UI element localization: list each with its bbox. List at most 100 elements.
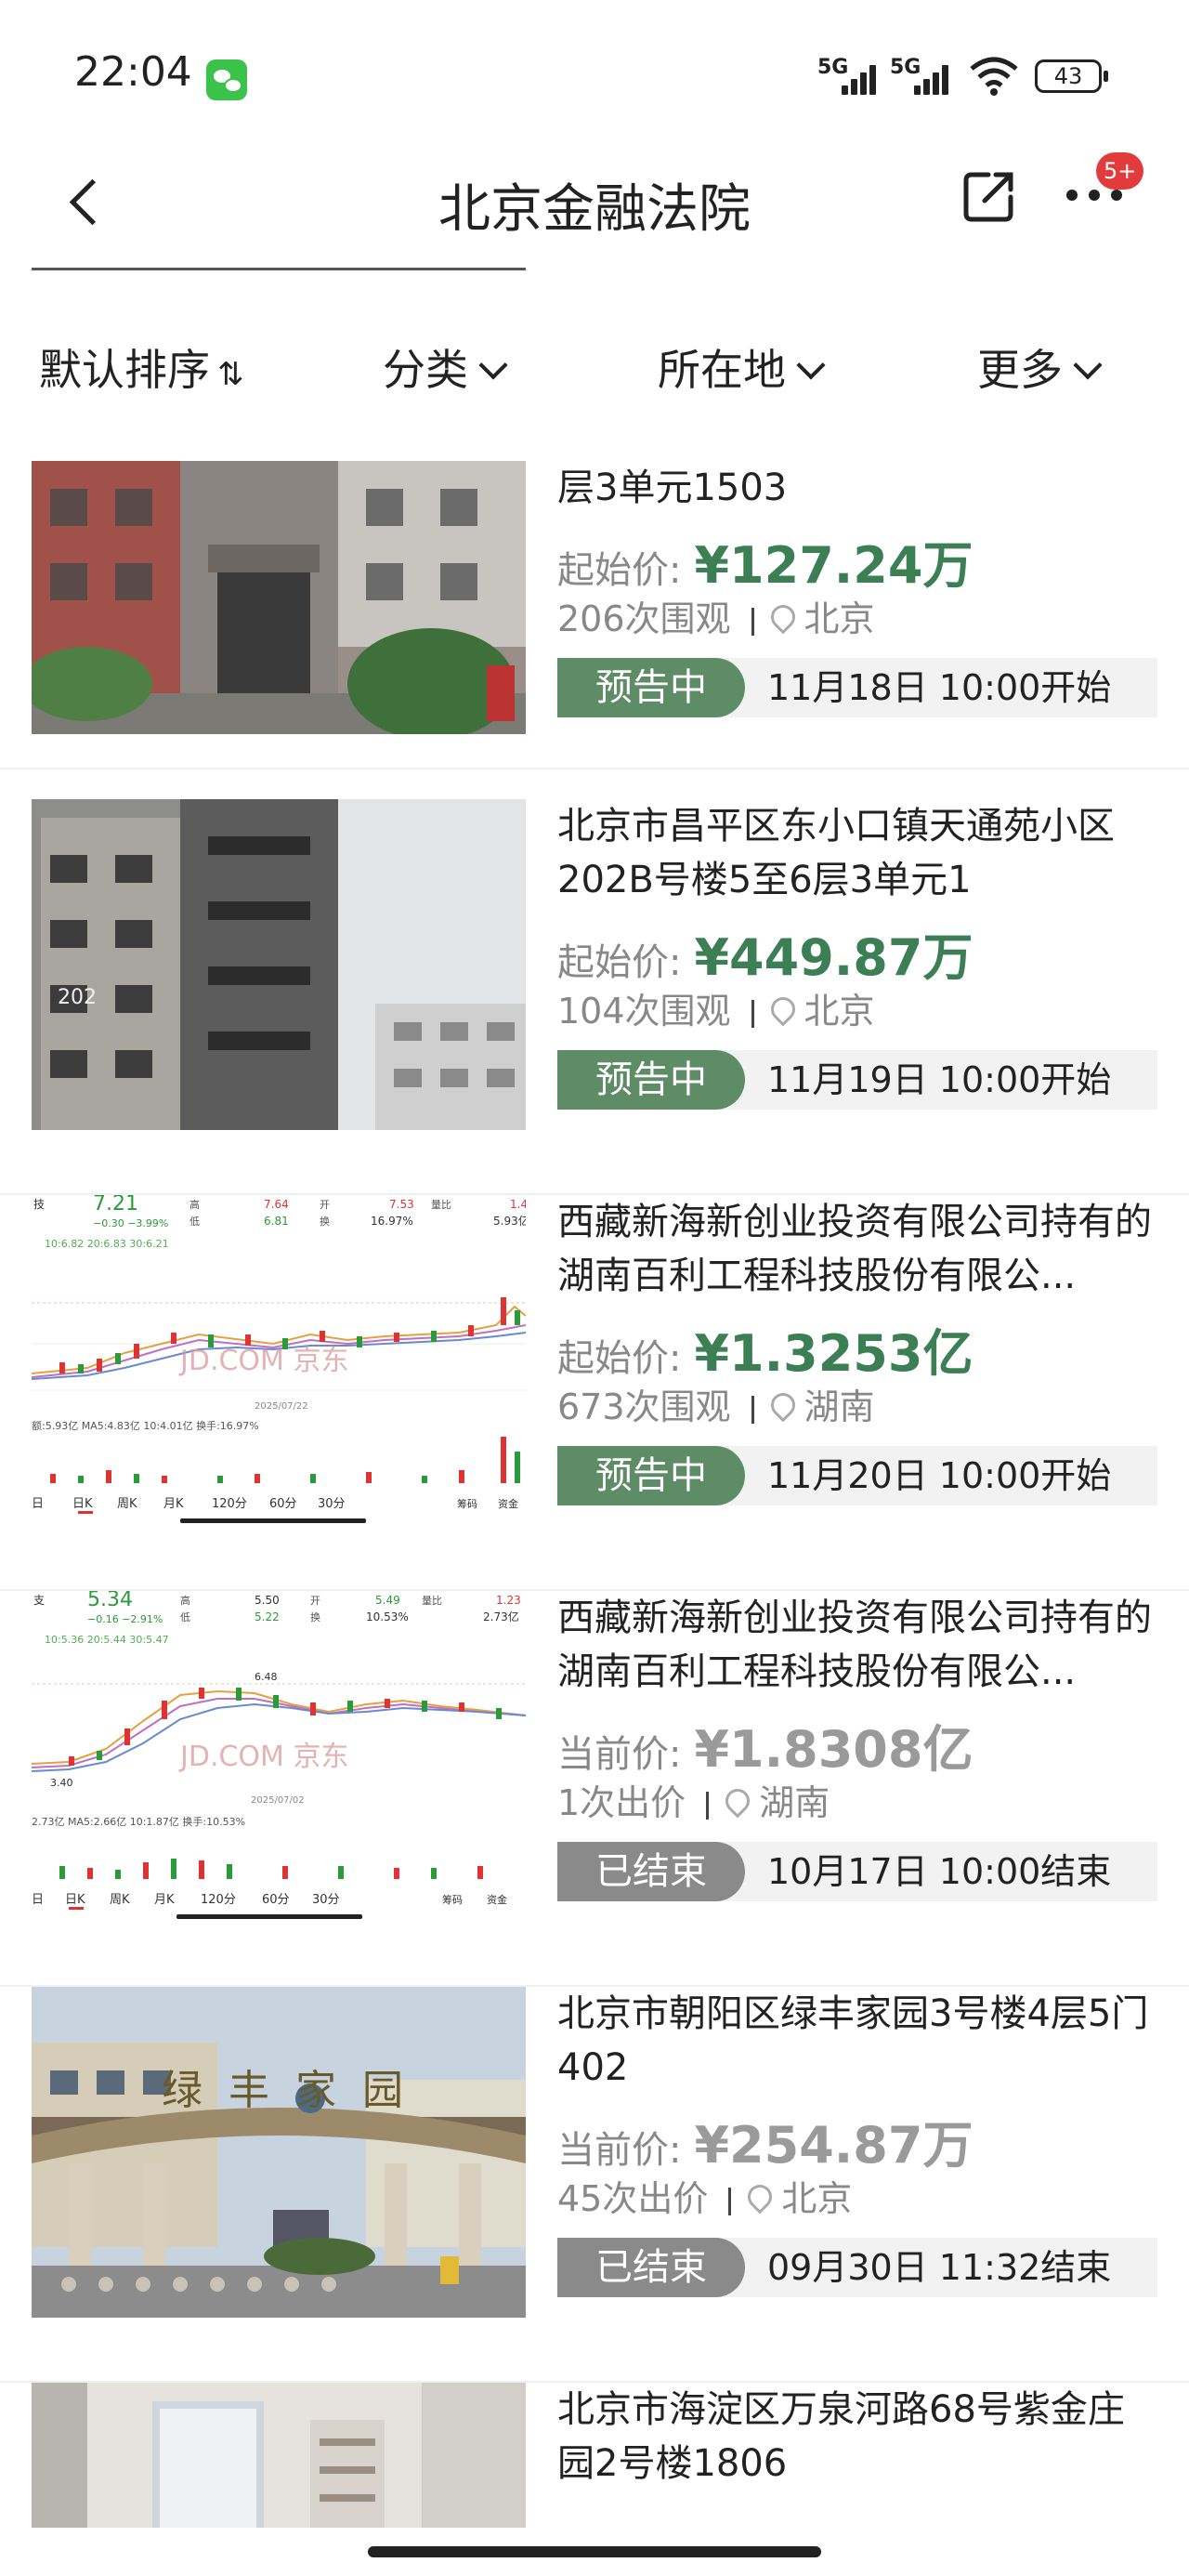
location-text: 北京 [804,991,875,1032]
meta-row: 104次围观 北京 [557,985,1161,1037]
listing-title: 北京市海淀区万泉河路68号紫金庄园2号楼1806 [557,2388,1125,2485]
price-value: ¥449.87万 [694,928,973,987]
home-indicator[interactable] [368,2546,821,2557]
svg-text:30分: 30分 [318,1497,346,1511]
location-text: 北京 [804,598,875,639]
listing-info: 北京市海淀区万泉河路68号紫金庄园2号楼1806 [557,2383,1161,2491]
listing-title: 北京市朝阳区绿丰家园3号楼4层5门402 [557,1992,1149,2089]
svg-text:10.53%: 10.53% [366,1610,409,1623]
listing-info: 层3单元1503 起始价: ¥127.24万 206次围观 北京 预告中 11月18… [557,461,1161,717]
listing-info: 西藏新海新创业投资有限公司持有的湖南百利工程科技股份有限公... 起始价: ¥1.… [557,1195,1161,1505]
status-time: 11月20日 10:00开始 [767,1455,1112,1496]
more-filter[interactable]: 更多 [977,336,1103,398]
list-item[interactable]: 层3单元1503 起始价: ¥127.24万 206次围观 北京 预告中 11月18… [0,461,1189,857]
svg-text:月K: 月K [163,1497,184,1511]
share-icon[interactable] [960,167,1018,225]
svg-text:5.34: 5.34 [87,1591,133,1611]
location-filter[interactable]: 所在地 [658,336,826,398]
price-value: ¥1.8308亿 [694,1720,973,1779]
list-item[interactable]: 技 7.21 −0.30 −3.99% 高 低 7.64 6.81 开 换 7.… [0,1195,1189,1591]
price-label: 起始价: [557,941,682,984]
location-pin-icon [765,1387,800,1423]
svg-text:筹码: 筹码 [457,1497,477,1510]
category-filter-label: 分类 [383,345,468,395]
svg-text:日K: 日K [72,1497,93,1511]
svg-text:10:5.36 20:5.44 30:5.47: 10:5.36 20:5.44 30:5.47 [45,1634,169,1646]
status-time: 09月30日 11:32结束 [767,2247,1112,2288]
price-value: ¥254.87万 [694,2116,973,2175]
list-item[interactable]: 支 5.34 −0.16 −2.91% 高 低 5.50 5.22 开 换 5.… [0,1591,1189,1987]
svg-text:5.22: 5.22 [255,1610,280,1623]
status-badge: 预告中 [557,1446,745,1505]
svg-text:JD.COM 京东: JD.COM 京东 [178,1345,348,1377]
svg-text:1.4: 1.4 [510,1198,526,1211]
status-badge: 已结束 [557,2238,745,2297]
wechat-icon [206,59,247,100]
status-time: 11月19日 10:00开始 [767,1059,1112,1100]
svg-text:换: 换 [320,1215,330,1228]
scroll-divider [32,268,526,270]
price-row: 当前价: ¥254.87万 [557,2104,1161,2175]
svg-text:120分: 120分 [201,1893,236,1907]
more-icon[interactable] [1065,188,1124,203]
listing-image: 202 [32,799,526,1130]
divider [0,768,1189,769]
wifi-icon [968,56,1020,104]
svg-text:3.40: 3.40 [50,1777,73,1789]
svg-text:60分: 60分 [262,1893,290,1907]
location-text: 北京 [781,2178,853,2219]
category-filter[interactable]: 分类 [383,336,508,398]
sort-icon: ⇅ [217,356,244,393]
svg-text:筹码: 筹码 [442,1893,463,1906]
location-pin-icon [765,992,800,1027]
bid-count: 45次出价 [557,2178,709,2219]
svg-text:2.73亿: 2.73亿 [483,1610,519,1623]
listing-info: 西藏新海新创业投资有限公司持有的湖南百利工程科技股份有限公... 当前价: ¥1.… [557,1591,1161,1901]
list-item[interactable]: 202 北京市昌平区东小口镇天通苑小区202B号楼5至6层3单元1 起始价: ¥4… [0,799,1189,1195]
svg-text:资金: 资金 [487,1893,507,1906]
chevron-down-icon [796,350,826,380]
listing-image: 支 5.34 −0.16 −2.91% 高 低 5.50 5.22 开 换 5.… [32,1591,526,1922]
svg-text:2025/07/22: 2025/07/22 [255,1401,308,1412]
svg-text:JD.COM 京东: JD.COM 京东 [178,1741,348,1773]
listing-info: 北京市朝阳区绿丰家园3号楼4层5门402 当前价: ¥254.87万 45次出价 北… [557,1987,1161,2297]
list-item[interactable]: 绿丰家园 北京市朝阳区绿丰家园3号楼4层5门402 当前价: ¥254.87万 4… [0,1987,1189,2383]
status-row: 预告中 11月18日 10:00开始 [557,658,1157,717]
views-count: 206次围观 [557,598,731,639]
views-count: 673次围观 [557,1387,731,1427]
svg-text:−0.30 −3.99%: −0.30 −3.99% [93,1217,168,1229]
svg-text:日K: 日K [65,1893,85,1907]
price-value: ¥127.24万 [694,536,973,595]
svg-text:周K: 周K [117,1497,137,1511]
location-filter-label: 所在地 [658,345,786,395]
svg-text:10:6.82 20:6.83 30:6.21: 10:6.82 20:6.83 30:6.21 [45,1238,169,1250]
price-label: 起始价: [557,1337,682,1380]
status-time: 11月18日 10:00开始 [767,667,1112,708]
svg-text:月K: 月K [154,1893,175,1907]
meta-row: 206次围观 北京 [557,593,1161,645]
status-time: 22:04 [74,48,192,96]
svg-text:量比: 量比 [422,1595,442,1607]
status-row: 预告中 11月20日 10:00开始 [557,1446,1157,1505]
status-badge: 已结束 [557,1842,745,1901]
listing-title: 西藏新海新创业投资有限公司持有的湖南百利工程科技股份有限公... [557,1597,1152,1693]
filter-bar: 默认排序 ⇅ 分类 所在地 更多 [0,325,1189,409]
svg-text:换: 换 [310,1610,320,1623]
svg-text:开: 开 [310,1595,320,1607]
svg-text:2025/07/02: 2025/07/02 [251,1795,305,1806]
status-badge: 预告中 [557,658,745,717]
building-number-text: 202 [58,986,97,1009]
svg-text:日: 日 [32,1893,44,1907]
svg-text:额:5.93亿 MA5:4.83亿 10:4.01亿: 额:5.93亿 MA5:4.83亿 10:4.01亿 换手:16.97% [32,1419,259,1432]
svg-text:开: 开 [320,1199,330,1211]
svg-text:高: 高 [180,1594,190,1607]
svg-text:−0.16 −2.91%: −0.16 −2.91% [87,1613,163,1625]
sort-filter[interactable]: 默认排序 ⇅ [39,336,244,398]
status-row: 已结束 09月30日 11:32结束 [557,2238,1157,2297]
svg-text:120分: 120分 [212,1497,247,1511]
svg-text:1.23: 1.23 [496,1594,521,1607]
svg-text:5.49: 5.49 [375,1594,400,1607]
meta-row: 45次出价 北京 [557,2173,1161,2225]
svg-text:低: 低 [189,1216,200,1228]
location-pin-icon [765,599,800,635]
